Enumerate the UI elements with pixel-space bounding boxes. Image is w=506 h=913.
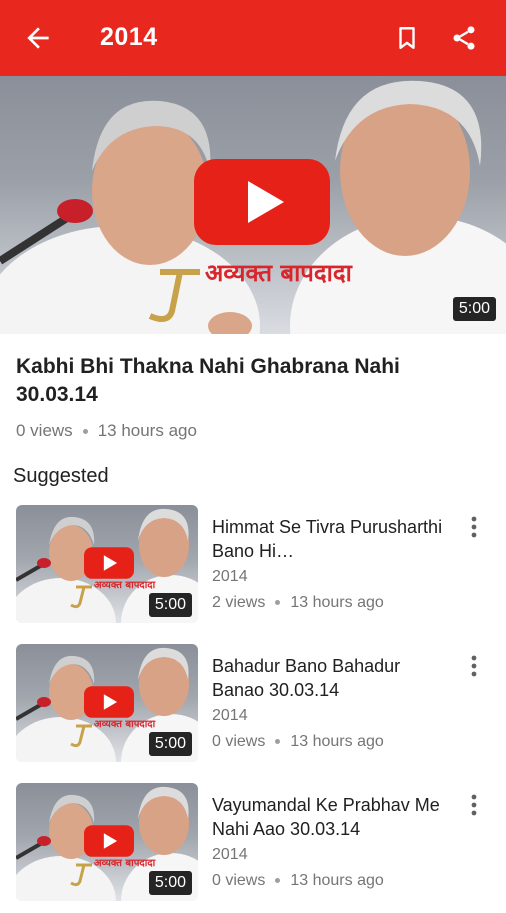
suggested-meta: 0 views 13 hours ago bbox=[212, 733, 384, 751]
separator-dot bbox=[275, 878, 281, 884]
suggested-title: Himmat Se Tivra Purusharthi Bano Hi… bbox=[212, 517, 443, 561]
bookmark-icon[interactable] bbox=[394, 24, 420, 52]
upload-time: 13 hours ago bbox=[290, 733, 384, 750]
suggested-channel: 2014 bbox=[212, 846, 248, 863]
play-button-icon bbox=[84, 547, 134, 579]
separator-dot bbox=[275, 739, 281, 745]
view-count: 2 views bbox=[212, 594, 266, 611]
play-button-icon[interactable] bbox=[194, 159, 330, 245]
upload-time: 13 hours ago bbox=[290, 872, 384, 889]
view-count: 0 views bbox=[16, 421, 73, 440]
upload-time: 13 hours ago bbox=[290, 594, 384, 611]
arrow-back-icon[interactable] bbox=[22, 22, 54, 54]
separator-dot bbox=[82, 429, 88, 435]
video-duration: 5:00 bbox=[148, 871, 192, 895]
suggested-meta: 2 views 13 hours ago bbox=[212, 594, 384, 612]
more-options-icon[interactable] bbox=[466, 793, 482, 817]
play-button-icon bbox=[84, 825, 134, 857]
suggested-thumbnail[interactable]: अव्यक्त बापदादा 5:00 bbox=[16, 505, 198, 623]
page-title: 2014 bbox=[100, 23, 158, 51]
thumbnail-caption: अव्यक्त बापदादा bbox=[205, 259, 352, 287]
suggested-item[interactable]: अव्यक्त बापदादा 5:00 Vayumandal Ke Prabh… bbox=[0, 783, 506, 913]
suggested-thumbnail[interactable]: अव्यक्त बापदादा 5:00 bbox=[16, 644, 198, 762]
suggested-meta: 0 views 13 hours ago bbox=[212, 872, 384, 890]
suggested-channel: 2014 bbox=[212, 707, 248, 724]
view-count: 0 views bbox=[212, 872, 266, 889]
thumbnail-caption: अव्यक्त बापदादा bbox=[94, 719, 156, 730]
suggested-channel: 2014 bbox=[212, 568, 248, 585]
suggested-title: Vayumandal Ke Prabhav Me Nahi Aao 30.03.… bbox=[212, 795, 440, 839]
suggested-item[interactable]: अव्यक्त बापदादा 5:00 Bahadur Bano Bahadu… bbox=[0, 644, 506, 774]
thumbnail-caption: अव्यक्त बापदादा bbox=[94, 858, 156, 869]
video-title: Kabhi Bhi Thakna Nahi Ghabrana Nahi 30.0… bbox=[16, 355, 400, 406]
thumbnail-caption: अव्यक्त बापदादा bbox=[94, 580, 156, 591]
suggested-item[interactable]: अव्यक्त बापदादा 5:00 Himmat Se Tivra Pur… bbox=[0, 505, 506, 635]
video-meta: 0 views 13 hours ago bbox=[16, 421, 197, 441]
upload-time: 13 hours ago bbox=[97, 421, 197, 440]
play-button-icon bbox=[84, 686, 134, 718]
view-count: 0 views bbox=[212, 733, 266, 750]
more-options-icon[interactable] bbox=[466, 515, 482, 539]
video-duration: 5:00 bbox=[452, 297, 496, 321]
video-duration: 5:00 bbox=[148, 593, 192, 617]
video-duration: 5:00 bbox=[148, 732, 192, 756]
separator-dot bbox=[275, 600, 281, 606]
suggested-thumbnail[interactable]: अव्यक्त बापदादा 5:00 bbox=[16, 783, 198, 901]
suggested-heading: Suggested bbox=[13, 465, 109, 487]
suggested-title: Bahadur Bano Bahadur Banao 30.03.14 bbox=[212, 656, 401, 700]
more-options-icon[interactable] bbox=[466, 654, 482, 678]
share-icon[interactable] bbox=[450, 24, 478, 52]
video-player-thumbnail[interactable]: अव्यक्त बापदादा 5:00 bbox=[0, 76, 506, 334]
app-bar: 2014 bbox=[0, 0, 506, 76]
